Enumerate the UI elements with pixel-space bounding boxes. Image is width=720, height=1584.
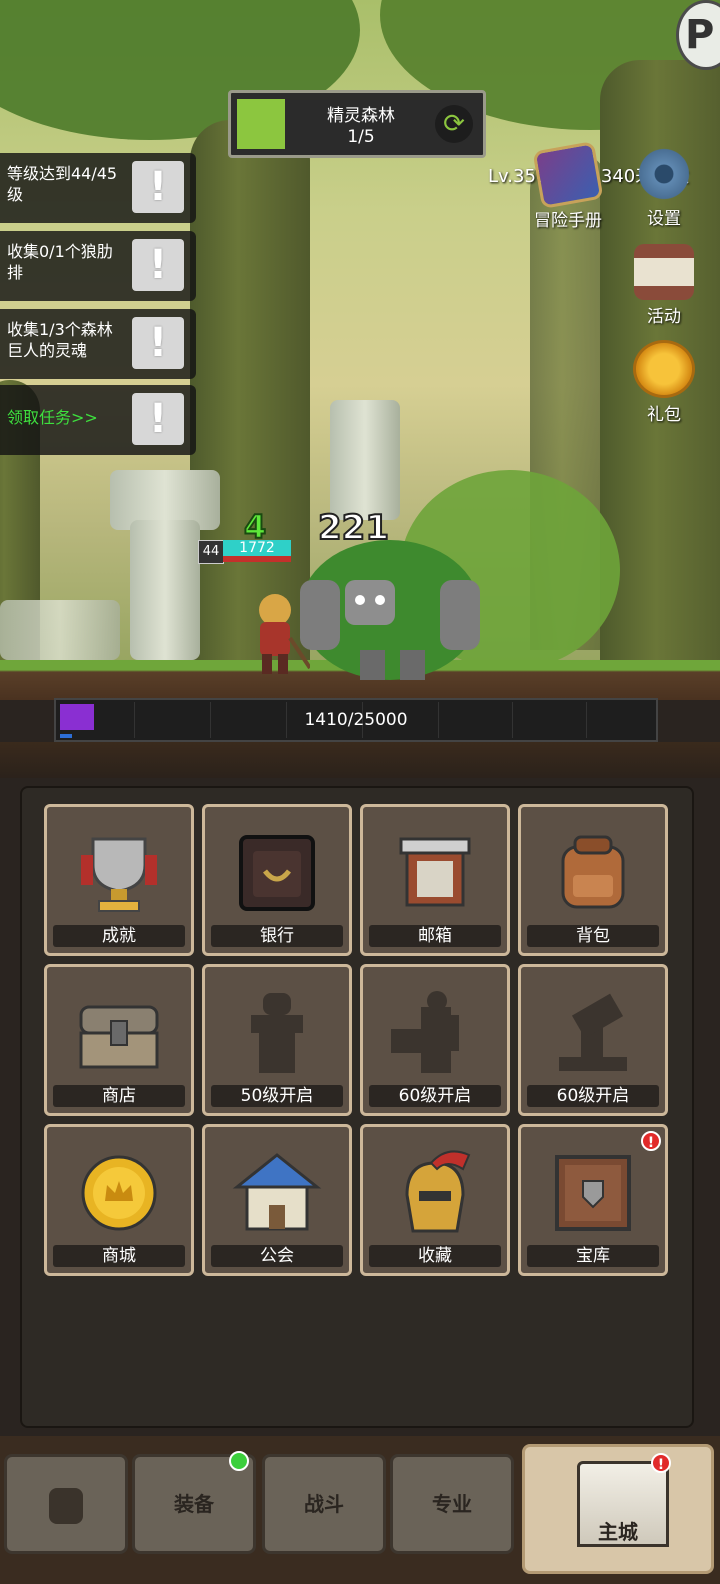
tile-label: 成就 [53,925,185,947]
exclamation-icon[interactable]: ! [132,317,184,369]
stage-indicator[interactable]: 精灵森林 1/5 ⟳ [228,90,486,158]
tile-label: 邮箱 [369,925,501,947]
nav-battle-button[interactable]: 战斗 [262,1454,386,1554]
events-button[interactable]: 活动 [624,244,704,327]
forest-giant-sprite [300,540,480,680]
mailbox-tile[interactable]: 邮箱 [360,804,510,956]
hero-hp-bar [223,556,291,562]
treasury-icon [555,1155,631,1231]
collection-tile[interactable]: 收藏 [360,1124,510,1276]
main-menu-panel: 成就 银行 邮箱 背包 商店 50级开启 60级开启 60级开启 商城 公会 收… [20,786,694,1428]
exclamation-icon[interactable]: ! [132,161,184,213]
mailbox-icon [399,837,471,907]
lock-icon [49,1487,83,1524]
tile-label: 公会 [211,1245,343,1267]
locked-silhouette-icon [559,993,627,1071]
bottom-navigation: 装备 战斗 专业 主城 ! [0,1436,720,1584]
coin-bag-icon [633,340,695,398]
experience-text: 1410/25000 [304,710,408,730]
notification-badge: ! [651,1453,671,1473]
achievements-tile[interactable]: 成就 [44,804,194,956]
tile-label: 商店 [53,1085,185,1107]
guild-house-icon [232,1153,322,1231]
nav-main-city-button[interactable]: 主城 ! [522,1444,714,1574]
tile-label: 背包 [527,925,659,947]
notification-dot [229,1451,249,1471]
treasury-tile[interactable]: 宝库 ! [518,1124,668,1276]
stage-progress: 1/5 [347,127,375,147]
shop-tile[interactable]: 商店 [44,964,194,1116]
quest-item-claim[interactable]: 领取任务>> ! [0,385,196,455]
guild-tile[interactable]: 公会 [202,1124,352,1276]
stage-progress-swatch [237,99,285,149]
helmet-icon [405,1150,471,1233]
book-icon [532,141,604,209]
nav-label: 战斗 [304,1492,344,1516]
locked-silhouette-icon [251,993,303,1073]
experience-bar: 1410/25000 [54,698,658,742]
tile-label: 收藏 [369,1245,501,1267]
gift-pack-button[interactable]: 礼包 [624,340,704,425]
locked-silhouette-icon [391,991,459,1073]
ruin-rubble [0,600,120,660]
exclamation-icon[interactable]: ! [132,393,184,445]
quest-text: 收集0/1个狼肋排 [7,242,113,282]
backpack-icon [561,835,625,909]
quest-item[interactable]: 收集1/3个森林巨人的灵魂 ! [0,309,196,379]
locked-tile-lv50[interactable]: 50级开启 [202,964,352,1116]
nav-label: 专业 [432,1492,472,1516]
mall-tile[interactable]: 商城 [44,1124,194,1276]
wood-divider [0,742,720,778]
adventure-handbook-button[interactable]: 冒险手册 [528,141,608,231]
tile-label: 宝库 [527,1245,659,1267]
tile-label: 银行 [211,925,343,947]
tile-label: 商城 [53,1245,185,1267]
hero-hp: 1772 [223,540,291,556]
quest-text: 等级达到44/45级 [7,164,118,204]
locked-tile-lv60[interactable]: 60级开启 [360,964,510,1116]
hero-level: 44 [198,540,224,564]
nav-label: 装备 [174,1492,214,1516]
side-button-label: 冒险手册 [534,211,602,231]
quest-item[interactable]: 等级达到44/45级 ! [0,153,196,223]
exclamation-icon[interactable]: ! [132,239,184,291]
chest-icon [79,1005,159,1069]
notification-badge: ! [641,1131,661,1151]
nav-label: 主城 [598,1520,638,1544]
quest-text: 收集1/3个森林巨人的灵魂 [7,320,113,360]
nav-lock-button[interactable] [4,1454,128,1554]
tile-label: 50级开启 [211,1085,343,1107]
gold-coin-icon [81,1155,157,1231]
settings-button[interactable]: 设置 [624,146,704,229]
ruin-pillar [130,520,200,660]
nav-profession-button[interactable]: 专业 [390,1454,514,1554]
scroll-icon [634,244,694,300]
locked-tile-lv60[interactable]: 60级开启 [518,964,668,1116]
nav-equipment-button[interactable]: 装备 [132,1451,256,1554]
refresh-icon[interactable]: ⟳ [435,105,473,143]
trophy-icon [81,837,157,912]
gear-icon [634,146,694,202]
tile-label: 60级开启 [527,1085,659,1107]
bank-tile[interactable]: 银行 [202,804,352,956]
stage-name: 精灵森林 [327,106,395,126]
claim-quest-link[interactable]: 领取任务>> [7,407,125,428]
ruin-pillar [330,400,400,520]
side-button-label: 礼包 [647,405,681,425]
side-button-label: 活动 [647,307,681,327]
quest-item[interactable]: 收集0/1个狼肋排 ! [0,231,196,301]
side-button-label: 设置 [647,209,681,229]
tile-label: 60级开启 [369,1085,501,1107]
backpack-tile[interactable]: 背包 [518,804,668,956]
safe-icon [239,835,315,911]
